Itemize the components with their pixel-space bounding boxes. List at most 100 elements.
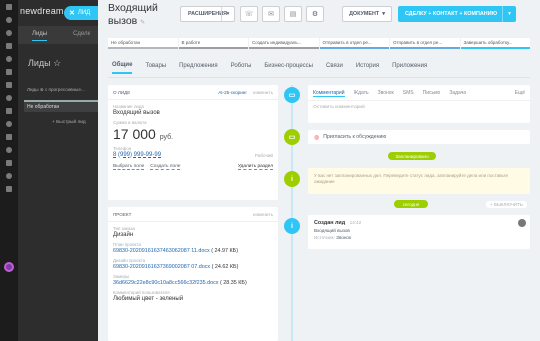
convert-to-deal-button[interactable]: СДЕЛКУ + КОНТАКТ + КОМПАНИЮ ▾: [398, 6, 516, 22]
collapse-toggle[interactable]: + ВЫКЛЮЧИТЬ: [486, 201, 527, 208]
tab-robots[interactable]: Роботы: [231, 63, 252, 73]
invite-label: Пригласить к обсуждению: [323, 134, 387, 140]
document-label: ДОКУМЕНТ: [349, 11, 380, 17]
nav-menu-icon[interactable]: [0, 0, 18, 13]
tab-apps[interactable]: Приложения: [392, 63, 427, 73]
file-link[interactable]: 69830-20209161637463062087 11.docx: [113, 248, 210, 254]
nav-crm-icon[interactable]: [0, 91, 18, 104]
left-nav: [0, 0, 18, 341]
nav-shop-icon[interactable]: [0, 104, 18, 117]
extensions-button[interactable]: РАСШИРЕНИЯ ▾: [180, 6, 235, 22]
pencil-icon[interactable]: ✎: [140, 20, 145, 26]
chat-button[interactable]: ▤: [284, 6, 302, 22]
tab-bizproc[interactable]: Бизнес-процессы: [264, 63, 313, 73]
ai-scoring-link[interactable]: AI-25-скоринг: [218, 90, 247, 95]
nav-analytics-icon[interactable]: [0, 130, 18, 143]
comment-input[interactable]: Оставить комментарий: [308, 101, 530, 114]
chat-icon: ▤: [289, 11, 297, 18]
user-avatar[interactable]: [4, 262, 14, 272]
invite-to-discussion[interactable]: ◍ Пригласить к обсуждению: [308, 130, 530, 144]
tab-links[interactable]: Связи: [326, 63, 343, 73]
lead-title-text[interactable]: Входящий вызов: [108, 2, 158, 27]
discussion-icon: ▭: [284, 129, 300, 145]
phone-icon: ☏: [244, 11, 254, 18]
field-comment: Комментарий пользователя Любимый цвет - …: [108, 290, 278, 302]
edit-link[interactable]: изменить: [253, 212, 273, 217]
choose-field-link[interactable]: Выбрать поле: [113, 164, 145, 170]
document-button[interactable]: ДОКУМЕНТ ▾: [342, 6, 392, 22]
planned-pill: Запланировано: [388, 152, 436, 160]
tab-products[interactable]: Товары: [145, 63, 166, 73]
convert-label: СДЕЛКУ + КОНТАКТ + КОМПАНИЮ: [404, 11, 498, 17]
stage-item[interactable]: Отправить в отдел ре...: [319, 38, 389, 49]
stage-item[interactable]: В работе: [178, 38, 248, 49]
field-amount: Сумма и валюта 17 000 руб.: [108, 120, 278, 142]
field-value[interactable]: Любимый цвет - зеленый: [113, 296, 273, 302]
avatar[interactable]: [518, 219, 526, 227]
nav-add-icon[interactable]: [0, 182, 18, 195]
about-lead-card: О ЛИДЕ AI-25-скоринг изменить Название л…: [108, 85, 278, 200]
edit-link[interactable]: изменить: [253, 90, 273, 95]
event-source-value: Звонок: [336, 235, 351, 240]
stage-item[interactable]: Отправить в отдел ре...: [390, 38, 460, 49]
nav-chat-icon[interactable]: [0, 13, 18, 26]
tab-task[interactable]: Задача: [449, 90, 466, 97]
nav-feed-icon[interactable]: [0, 26, 18, 39]
users-icon: ◍: [314, 134, 320, 141]
quick-lead-button[interactable]: + Быстрый лид: [24, 120, 98, 129]
file-size: ( 28.35 КБ): [220, 280, 247, 286]
crm-tabs: Лиды Сделк: [18, 26, 98, 44]
tab-email[interactable]: Письмо: [423, 90, 441, 97]
stage-item[interactable]: Завершить обработку...: [460, 38, 530, 49]
stage-item[interactable]: Не обработан: [108, 38, 178, 49]
tab-leads[interactable]: Лиды: [32, 31, 48, 41]
chevron-down-icon[interactable]: ▾: [502, 6, 516, 22]
mail-button[interactable]: ✉: [262, 6, 280, 22]
nav-drive-icon[interactable]: [0, 65, 18, 78]
card-header: О ЛИДЕ AI-25-скоринг изменить: [108, 85, 278, 100]
mail-icon: ✉: [268, 11, 274, 18]
stage-item[interactable]: Создать индивидуаль...: [249, 38, 319, 49]
tab-deals[interactable]: Сделк: [73, 31, 90, 37]
portal-logo[interactable]: newdream: [20, 6, 64, 16]
amount-value[interactable]: 17 000 руб.: [113, 126, 273, 142]
nav-sites-icon[interactable]: [0, 117, 18, 130]
file-link[interactable]: 69830-20209161637369002087 07.docx: [113, 264, 210, 270]
tab-wait[interactable]: Ждать: [354, 90, 369, 97]
tab-sms[interactable]: SMS: [403, 90, 414, 97]
file-link[interactable]: 36d6629c22e8c90c10a8cc566c32f235.docx: [113, 280, 219, 286]
phone-link[interactable]: 8 (999) 999-99-99: [113, 152, 161, 158]
settings-button[interactable]: ⚙: [306, 6, 324, 22]
nav-more-icon[interactable]: [0, 156, 18, 169]
lead-tabs: Общие Товары Предложения Роботы Бизнес-п…: [108, 58, 530, 78]
chat-icon: ▭: [284, 87, 300, 103]
chevron-down-icon[interactable]: ▾: [221, 7, 234, 21]
nav-settings-icon[interactable]: [0, 169, 18, 182]
delete-section-link[interactable]: Удалить раздел: [237, 164, 273, 170]
field-value[interactable]: Дизайн: [113, 232, 273, 238]
event-time: 14:42: [349, 220, 362, 225]
tab-comment[interactable]: Комментарий: [313, 90, 345, 97]
currency-label: руб.: [159, 134, 174, 141]
create-field-link[interactable]: Создать поле: [150, 164, 181, 170]
info-icon: i: [284, 218, 300, 234]
tab-offers[interactable]: Предложения: [179, 63, 217, 73]
close-slider-button[interactable]: ✕ ЛИД: [64, 6, 98, 20]
tab-general[interactable]: Общие: [112, 62, 133, 74]
tab-history[interactable]: История: [356, 63, 379, 73]
field-value[interactable]: Входящий вызов: [113, 110, 273, 116]
field-measurements: Замеры 36d6629c22e8c90c10a8cc566c32f235.…: [108, 274, 278, 286]
nav-mail-icon[interactable]: [0, 78, 18, 91]
event-header: Создан лид 14:42: [314, 220, 524, 226]
lead-title: Входящий вызов ✎: [108, 2, 174, 30]
nav-tasks-icon[interactable]: [0, 39, 18, 52]
nav-automation-icon[interactable]: [0, 143, 18, 156]
leads-filter[interactable]: Лиды ⊗ с прогрессивные...: [20, 84, 100, 95]
phone-button[interactable]: ☏: [240, 6, 258, 22]
timeline: ▭ Комментарий Ждать Звонок SMS Письмо За…: [284, 85, 530, 341]
composer-more-button[interactable]: Ещё: [515, 90, 525, 97]
nav-calendar-icon[interactable]: [0, 52, 18, 65]
field-design: Дизайн проекта 69830-2020916163736900208…: [108, 258, 278, 270]
timeline-line: [291, 85, 293, 341]
tab-call[interactable]: Звонок: [378, 90, 394, 97]
